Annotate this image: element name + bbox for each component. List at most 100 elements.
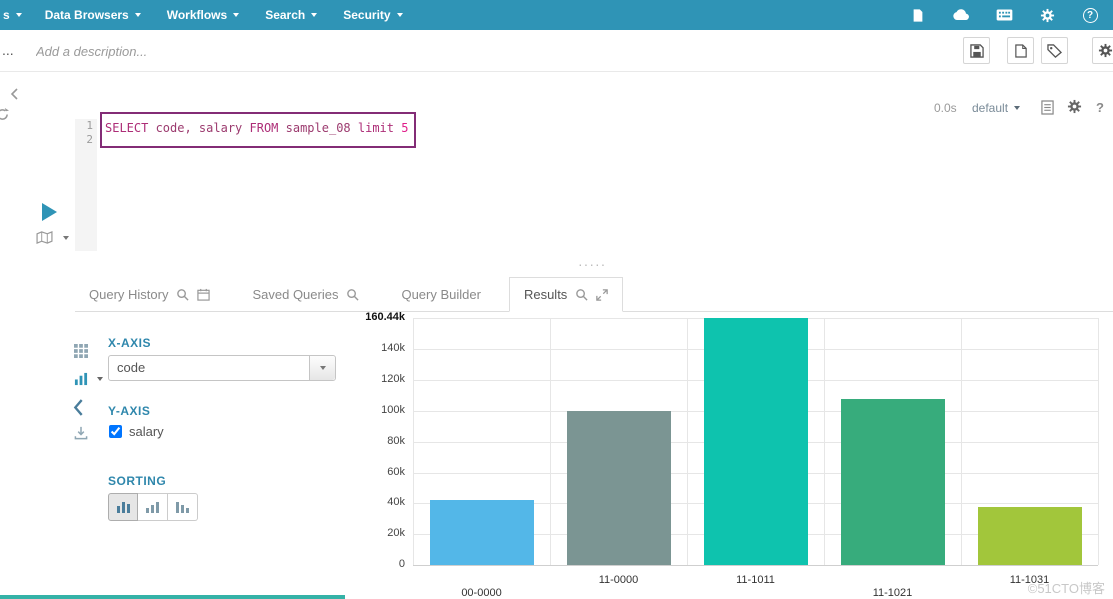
menu-item-label: Security (343, 8, 391, 22)
sorting-buttons (108, 493, 198, 521)
y-tick-label: 100k (381, 404, 405, 417)
chevron-down-icon (319, 366, 326, 370)
tab-results[interactable]: Results (508, 277, 624, 312)
sort-ascending-icon (146, 501, 159, 513)
menu-item-search[interactable]: Search (252, 0, 330, 30)
y-tick-label: 120k (381, 373, 405, 386)
chevron-down-icon (311, 13, 318, 17)
search-icon[interactable] (575, 288, 588, 301)
search-icon[interactable] (176, 288, 190, 301)
gridline-v (1098, 318, 1099, 565)
y-tick-label: 160.44k (365, 311, 405, 323)
tab-query-builder[interactable]: Query Builder (387, 277, 494, 311)
sort-descending-icon (176, 501, 189, 513)
x-tick-label: 00-0000 (461, 587, 502, 599)
bar-chart-type-icon[interactable] (74, 372, 103, 386)
top-navbar: s Data Browsers Workflows Search Securit… (0, 0, 1113, 30)
menu-item-truncated[interactable]: s (0, 0, 32, 30)
search-icon[interactable] (346, 288, 360, 301)
sort-none-button[interactable] (108, 493, 138, 521)
job-browser-icon[interactable] (995, 6, 1013, 24)
database-selector[interactable]: default (972, 101, 1021, 115)
bar-11-0000[interactable] (566, 410, 671, 565)
panel-resize-handle[interactable]: ····· (578, 257, 606, 271)
salary-checkbox[interactable] (109, 425, 122, 438)
settings-gears-icon[interactable] (1038, 6, 1056, 24)
bottom-panel-edge (0, 595, 345, 599)
collapse-editor-chevron-icon[interactable] (10, 87, 18, 105)
help-icon[interactable]: ? (1081, 6, 1099, 24)
refresh-icon[interactable] (0, 108, 9, 126)
chevron-down-icon (134, 13, 141, 17)
chevron-down-icon (1014, 106, 1021, 110)
tab-saved-queries[interactable]: Saved Queries (238, 277, 373, 311)
y-tick-label: 40k (387, 496, 405, 509)
gridline-v (961, 318, 962, 565)
sql-keyword: SELECT (105, 121, 156, 135)
menu-item-security[interactable]: Security (330, 0, 415, 30)
x-tick-label: 11-0000 (598, 574, 639, 586)
y-axis-heading: Y-AXIS (108, 404, 151, 418)
grid-view-icon[interactable] (74, 344, 88, 358)
bar-00-0000[interactable] (429, 499, 534, 565)
y-tick-label: 80k (387, 434, 405, 447)
menu-item-label: Data Browsers (44, 8, 129, 22)
chevron-down-icon (97, 377, 103, 381)
y-tick-label: 60k (387, 465, 405, 478)
menu-item-data-browsers[interactable]: Data Browsers (32, 0, 154, 30)
chevron-down-icon (396, 13, 403, 17)
map-icon (36, 231, 53, 244)
execute-query-button[interactable] (42, 203, 57, 221)
gridline-v (413, 318, 414, 565)
file-browser-icon[interactable] (909, 6, 927, 24)
menu-item-label: Workflows (166, 8, 228, 22)
hue-query-editor-app: s Data Browsers Workflows Search Securit… (0, 0, 1113, 599)
new-document-button[interactable] (1007, 37, 1034, 64)
tab-label: Saved Queries (252, 286, 339, 302)
file-text-icon[interactable] (1041, 100, 1054, 120)
chevron-down-icon (63, 235, 69, 240)
download-icon[interactable] (74, 426, 88, 440)
truncated-query-title[interactable]: ... (2, 42, 14, 58)
menu-item-label: s (3, 8, 10, 22)
y-tick-label: 0 (398, 558, 405, 570)
sql-columns: code, salary (155, 121, 250, 135)
chevron-down-icon (15, 13, 22, 17)
sql-number: 5 (401, 121, 409, 135)
help-glyph: ? (1082, 7, 1098, 23)
cloud-icon[interactable] (952, 6, 970, 24)
gridline-v (550, 318, 551, 565)
line-number: 2 (86, 133, 93, 146)
sql-keyword: FROM (249, 121, 286, 135)
bar-chart: 160.44k 140k 120k 100k 80k 60k 40k 20k 0 00-0000 1… (349, 310, 1113, 599)
collapse-panel-chevron-icon[interactable] (73, 399, 84, 416)
navbar-icons: ? (909, 0, 1099, 30)
gridline-v (824, 318, 825, 565)
bar-11-1031[interactable] (977, 506, 1082, 565)
description-input[interactable] (36, 39, 456, 63)
expand-icon[interactable] (596, 288, 609, 301)
sql-editor[interactable]: SELECT code, salary FROM sample_08 limit… (105, 121, 408, 135)
explain-map-button[interactable] (36, 231, 69, 244)
calendar-icon[interactable] (197, 288, 211, 301)
tab-query-history[interactable]: Query History (75, 277, 224, 311)
menu-item-label: Search (265, 8, 306, 22)
save-button[interactable] (963, 37, 990, 64)
results-tabs: Query History Saved Queries Query Builde… (75, 277, 1113, 312)
query-settings-button[interactable] (1092, 37, 1113, 64)
watermark: ©51CTO博客 (1027, 581, 1105, 596)
sort-descending-button[interactable] (168, 493, 198, 521)
tab-label: Query Builder (401, 286, 481, 302)
editor-help-icon[interactable]: ? (1096, 100, 1104, 115)
bar-11-1011[interactable] (703, 318, 808, 565)
y-series-row: salary (109, 424, 164, 439)
x-axis-select[interactable]: code (108, 355, 336, 381)
x-axis-value: code (117, 360, 146, 375)
editor-settings-gear-icon[interactable] (1067, 99, 1082, 119)
select-dropdown-button[interactable] (309, 356, 335, 380)
sort-ascending-button[interactable] (138, 493, 168, 521)
execution-time: 0.0s (934, 101, 957, 115)
menu-item-workflows[interactable]: Workflows (154, 0, 252, 30)
bar-11-1021[interactable] (840, 398, 945, 565)
tags-button[interactable] (1041, 37, 1068, 64)
